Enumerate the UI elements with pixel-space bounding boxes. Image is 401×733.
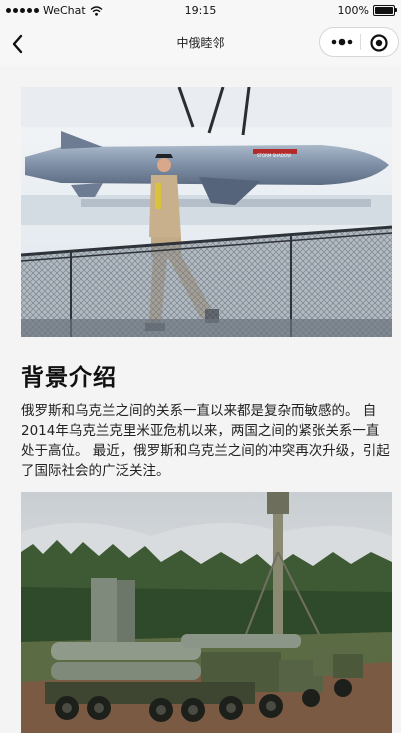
status-bar: WeChat 19:15 100% (0, 0, 401, 22)
capsule-divider (360, 34, 361, 50)
more-button[interactable] (328, 32, 356, 52)
cruise-missile-display-photo: STORM SHADOW (21, 87, 392, 337)
more-dots-icon (331, 38, 353, 46)
mini-program-capsule (319, 27, 399, 57)
missile-label-text: STORM SHADOW (257, 153, 291, 158)
status-right: 100% (337, 4, 397, 17)
battery-icon (373, 5, 397, 16)
section-heading: 背景介绍 (21, 365, 117, 391)
page-content: STORM SHADOW 背景介绍 俄罗斯和乌克兰之间的关系一直以来都是复杂而敏… (0, 66, 401, 733)
target-close-icon (370, 34, 388, 52)
section-body-text: 俄罗斯和乌克兰之间的关系一直以来都是复杂而敏感的。 自2014年乌克兰克里米亚危… (21, 403, 390, 479)
missile-launcher-trucks-photo (21, 492, 392, 733)
close-button[interactable] (368, 32, 390, 54)
nav-bar: 中俄睦邻 (0, 22, 401, 66)
battery-percent: 100% (337, 4, 369, 17)
